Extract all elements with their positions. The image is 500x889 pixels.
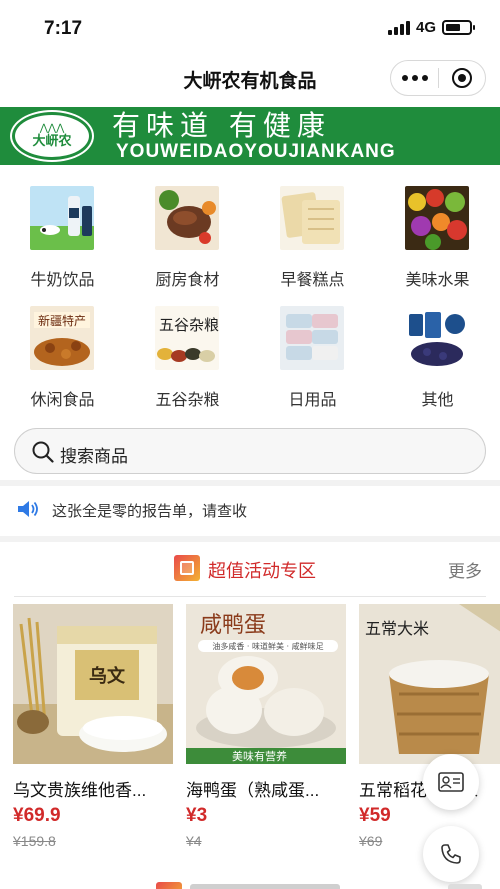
grains-icon: 五谷杂粮	[155, 306, 219, 370]
category-grains[interactable]: 五谷杂粮 五谷杂粮	[125, 300, 250, 415]
product-card[interactable]: 五常大米 五常稻花香大米 ¥59 ¥69	[359, 604, 500, 849]
banner-slogan: 有味道 有健康	[112, 109, 331, 142]
svg-text:五谷杂粮: 五谷杂粮	[159, 316, 219, 334]
category-breakfast-pastry[interactable]: 早餐糕点	[250, 180, 375, 295]
breakfast-pastry-icon	[280, 186, 344, 250]
product-name: 乌文贵族维他香...	[13, 781, 147, 800]
promo-section-header: 超值活动专区 更多	[0, 548, 500, 592]
banner-pinyin: YOUWEIDAOYOUJIANKANG	[116, 141, 396, 162]
promo-section-title: 超值活动专区	[208, 561, 316, 581]
promo-section-icon	[174, 555, 200, 581]
nav-bar: 大岍农有机食品	[0, 56, 500, 102]
product-original-price: ¥4	[186, 833, 202, 849]
other-icon	[405, 306, 469, 370]
product-image: 咸鸭蛋 油多咸香 · 味道鲜美 · 咸鲜味足 美味有营养	[186, 604, 346, 764]
contact-card-button[interactable]	[423, 754, 479, 810]
product-original-price: ¥159.8	[13, 833, 56, 849]
milk-drink-icon	[30, 186, 94, 250]
status-indicators: 4G	[387, 19, 475, 36]
promo-more-link[interactable]: 更多	[448, 557, 482, 582]
status-time: 7:17	[44, 18, 83, 39]
close-mini-program-button[interactable]	[439, 61, 485, 95]
category-kitchen-ingredients[interactable]: 厨房食材	[125, 180, 250, 295]
category-other[interactable]: 其他	[375, 300, 500, 415]
battery-icon	[442, 20, 475, 35]
product-price: ¥69.9	[13, 805, 61, 826]
category-snacks[interactable]: 新疆特产 休闲食品	[0, 300, 125, 415]
category-daily-goods[interactable]: 日用品	[250, 300, 375, 415]
product-image-title: 五常大米	[365, 619, 429, 638]
more-options-button[interactable]	[391, 61, 438, 95]
speaker-icon	[18, 501, 38, 517]
brand-banner[interactable]: ⋀⋀⋀ 大岍农 有味道 有健康 YOUWEIDAOYOUJIANKANG	[0, 107, 500, 165]
brand-logo: ⋀⋀⋀ 大岍农	[12, 112, 92, 160]
kitchen-ingredients-icon	[155, 186, 219, 250]
product-card[interactable]: 乌文 乌文贵族维他香... ¥69.9 ¥159.8	[13, 604, 173, 849]
status-bar: 7:17 4G	[0, 0, 500, 56]
fruit-icon	[405, 186, 469, 250]
product-price: ¥3	[186, 805, 208, 826]
product-image-tagline: 油多咸香 · 味道鲜美 · 咸鲜味足	[212, 641, 323, 651]
phone-call-button[interactable]	[423, 826, 479, 882]
product-image-brand: 乌文	[89, 665, 126, 687]
daily-goods-icon	[280, 306, 344, 370]
network-type: 4G	[415, 19, 436, 36]
product-image-caption: 美味有营养	[232, 749, 287, 763]
product-image: 乌文	[13, 604, 173, 764]
close-target-icon	[451, 68, 472, 88]
snack-icon: 新疆特产	[30, 306, 94, 370]
next-section-icon	[156, 882, 182, 889]
product-card[interactable]: 咸鸭蛋 油多咸香 · 味道鲜美 · 咸鲜味足 美味有营养 海鸭蛋（熟咸蛋... …	[186, 604, 346, 849]
product-image-title: 咸鸭蛋	[200, 613, 266, 638]
search-icon	[32, 441, 54, 463]
signal-icon	[387, 20, 410, 35]
search-input[interactable]: 搜索商品	[14, 428, 486, 474]
next-section-header	[0, 876, 500, 889]
svg-text:新疆特产: 新疆特产	[38, 313, 86, 328]
search-placeholder: 搜索商品	[60, 447, 128, 466]
contact-card-icon	[438, 772, 464, 792]
product-image: 五常大米	[359, 604, 500, 764]
product-name: 海鸭蛋（熟咸蛋...	[186, 781, 320, 800]
notice-text: 这张全是零的报告单，请查收	[52, 503, 248, 520]
product-price: ¥59	[359, 805, 391, 826]
mini-program-capsule	[390, 60, 486, 96]
category-milk-drinks[interactable]: 牛奶饮品	[0, 180, 125, 295]
notice-bar[interactable]: 这张全是零的报告单，请查收	[0, 486, 500, 534]
phone-icon	[441, 844, 461, 864]
category-fruit[interactable]: 美味水果	[375, 180, 500, 295]
